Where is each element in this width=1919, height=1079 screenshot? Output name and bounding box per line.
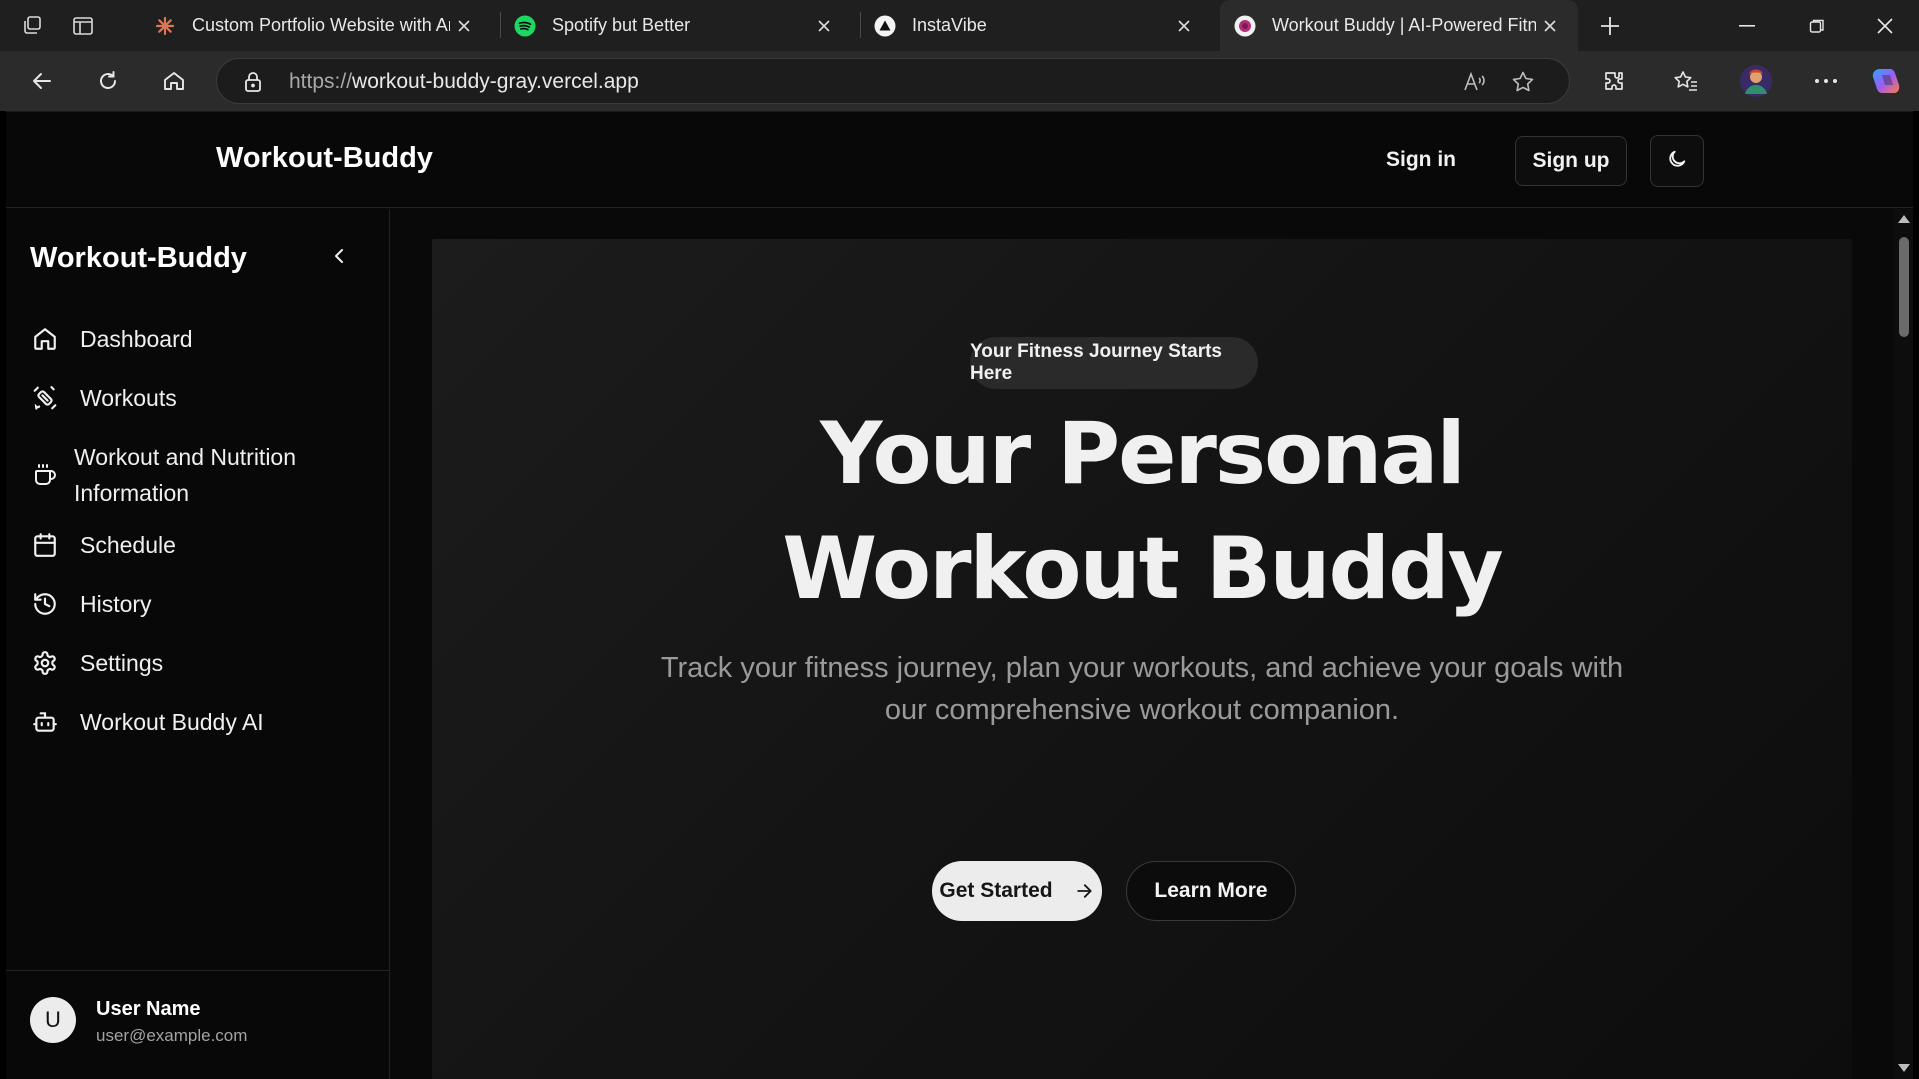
favorites-icon[interactable] <box>1668 63 1704 99</box>
learn-more-button[interactable]: Learn More <box>1126 861 1296 921</box>
favorite-star-icon[interactable] <box>1509 68 1537 96</box>
copilot-icon[interactable] <box>1868 63 1904 99</box>
home-browser-icon[interactable] <box>156 63 192 99</box>
restore-window-icon[interactable] <box>1782 0 1852 51</box>
sign-up-button[interactable]: Sign up <box>1515 136 1627 186</box>
sidebar-item-label: Workouts <box>80 385 177 411</box>
back-icon[interactable] <box>24 63 60 99</box>
bot-icon <box>30 707 60 737</box>
calendar-icon <box>30 530 60 560</box>
refresh-icon[interactable] <box>90 63 126 99</box>
site-brand[interactable]: Workout-Buddy <box>216 142 433 175</box>
coffee-cup-icon <box>30 460 60 490</box>
tab-title: Custom Portfolio Website with An <box>192 15 450 35</box>
sidebar-item-label: Settings <box>80 650 164 676</box>
close-tab-icon[interactable] <box>810 12 838 40</box>
workspaces-icon[interactable] <box>14 8 50 44</box>
user-profile[interactable]: U User Name user@example.com <box>6 970 389 1079</box>
sidebar-item-label: Dashboard <box>80 326 193 352</box>
tab-workout-buddy[interactable]: Workout Buddy | AI-Powered Fitn <box>1220 0 1578 51</box>
browser-toolbar: https://workout-buddy-gray.vercel.app <box>0 51 1919 111</box>
browser-tab-bar: Custom Portfolio Website with An Spotify… <box>0 0 1919 51</box>
user-name: User Name <box>96 998 201 1020</box>
address-bar[interactable]: https://workout-buddy-gray.vercel.app <box>216 58 1570 104</box>
extensions-icon[interactable] <box>1596 63 1632 99</box>
minimize-window-icon[interactable] <box>1712 0 1782 51</box>
url-host: workout-buddy-gray.vercel.app <box>352 70 639 93</box>
sidebar-item-label: Schedule <box>80 532 176 558</box>
sign-in-button[interactable]: Sign in <box>1386 148 1456 172</box>
chevron-left-icon <box>332 248 346 269</box>
sidebar-item-workouts[interactable]: Workouts <box>30 380 370 416</box>
sidebar-item-workout-buddy-ai[interactable]: Workout Buddy AI <box>30 704 370 740</box>
spotify-favicon <box>514 15 536 37</box>
tab-title: InstaVibe <box>912 15 987 35</box>
close-tab-icon[interactable] <box>1170 12 1198 40</box>
tab-title: Spotify but Better <box>552 15 691 35</box>
get-started-button[interactable]: Get Started <box>932 861 1102 921</box>
sidebar-item-workout-nutrition-info[interactable]: Workout and Nutrition Information <box>30 439 370 511</box>
sidebar-item-history[interactable]: History <box>30 586 370 622</box>
web-page: Workout-Buddy Sign in Sign up Workout-Bu… <box>6 111 1913 1079</box>
main-content: Your Fitness Journey Starts Here Your Pe… <box>390 209 1913 1079</box>
user-email: user@example.com <box>96 1026 248 1045</box>
lock-icon[interactable] <box>239 68 267 96</box>
sidebar-item-schedule[interactable]: Schedule <box>30 527 370 563</box>
theme-toggle-button[interactable] <box>1650 135 1704 187</box>
dumbbell-icon <box>30 383 60 413</box>
sidebar-item-label: Workout Buddy AI <box>80 709 264 735</box>
sidebar-brand: Workout-Buddy <box>30 242 247 274</box>
page-scrollbar[interactable] <box>1893 209 1913 1079</box>
scrollbar-thumb[interactable] <box>1899 237 1909 337</box>
asterisk-favicon <box>154 15 176 37</box>
history-icon <box>30 589 60 619</box>
tab-portfolio[interactable]: Custom Portfolio Website with An <box>140 0 492 51</box>
sidebar-item-label-line2: Information <box>74 480 190 506</box>
hero-section: Your Fitness Journey Starts Here Your Pe… <box>432 239 1852 1079</box>
tab-spotify[interactable]: Spotify but Better <box>500 0 852 51</box>
sidebar-item-label: History <box>80 591 152 617</box>
close-tab-icon[interactable] <box>450 12 478 40</box>
hero-subtitle: Track your fitness journey, plan your wo… <box>592 647 1692 731</box>
arrow-right-icon <box>1073 880 1095 902</box>
sidebar-item-dashboard[interactable]: Dashboard <box>30 321 370 357</box>
read-aloud-icon[interactable] <box>1461 68 1489 96</box>
tab-instavibe[interactable]: InstaVibe <box>860 0 1212 51</box>
triangle-favicon <box>874 15 896 37</box>
moon-icon <box>1666 148 1688 175</box>
gear-icon <box>30 648 60 678</box>
scroll-down-arrow-icon[interactable] <box>1898 1064 1910 1072</box>
sidebar-item-settings[interactable]: Settings <box>30 645 370 681</box>
sidebar: Workout-Buddy Dashboard Workouts Workout… <box>6 209 390 1079</box>
vertical-tabs-icon[interactable] <box>65 8 101 44</box>
close-window-icon[interactable] <box>1850 0 1919 51</box>
sidebar-item-label-line1: Workout and Nutrition <box>74 444 297 470</box>
profile-avatar-icon[interactable] <box>1738 63 1774 99</box>
hero-title-line2: Workout Buddy <box>782 519 1504 619</box>
sidebar-item-label: Workout and Nutrition Information <box>74 439 296 511</box>
hero-title-line1: Your Personal <box>820 404 1466 504</box>
close-tab-icon[interactable] <box>1536 12 1564 40</box>
site-header: Workout-Buddy Sign in Sign up <box>6 112 1913 208</box>
more-options-icon[interactable] <box>1808 63 1844 99</box>
tab-title: Workout Buddy | AI-Powered Fitn <box>1272 15 1536 35</box>
scroll-up-arrow-icon[interactable] <box>1898 215 1910 223</box>
get-started-label: Get Started <box>939 879 1053 902</box>
new-tab-icon[interactable] <box>1592 8 1628 44</box>
avatar: U <box>30 997 76 1043</box>
hero-badge: Your Fitness Journey Starts Here <box>970 337 1258 389</box>
collapse-sidebar-button[interactable] <box>324 243 354 273</box>
home-icon <box>30 324 60 354</box>
url-text: https://workout-buddy-gray.vercel.app <box>289 70 639 94</box>
workout-buddy-favicon <box>1234 15 1256 37</box>
hero-subtitle-line1: Track your fitness journey, plan your wo… <box>660 652 1624 684</box>
url-scheme: https:// <box>289 70 353 93</box>
hero-subtitle-line2: our comprehensive workout companion. <box>884 694 1400 726</box>
